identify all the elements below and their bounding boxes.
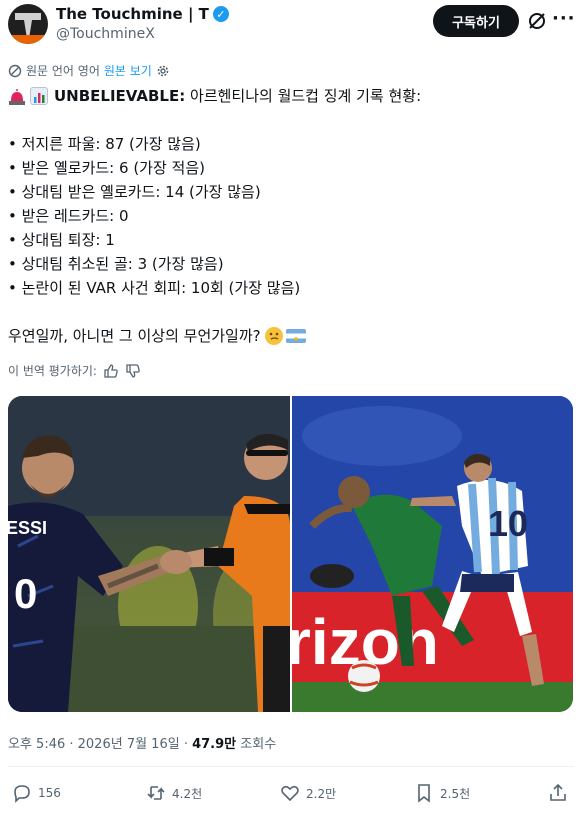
thinking-face-emoji-icon [264, 327, 283, 345]
more-options-icon[interactable]: ··· [552, 8, 576, 29]
tweet-timestamp[interactable]: 오후 5:46 · 2026년 7월 16일 · [8, 737, 192, 752]
view-count-label: 조회수 [236, 737, 277, 752]
bullet-item: • 상대팀 취소된 골: 3 (가장 많음) [8, 255, 224, 273]
jersey-text: ESSI [8, 518, 47, 538]
repost-icon [147, 786, 165, 800]
show-original-link[interactable]: 원본 보기 [104, 62, 152, 79]
share-button[interactable] [548, 783, 568, 803]
bookmark-icon [418, 784, 430, 803]
rate-translation-label: 이 번역 평가하기: [8, 364, 97, 378]
bullet-item: • 받은 옐로카드: 6 (가장 적음) [8, 159, 205, 177]
author-handle[interactable]: @TouchmineX [56, 26, 155, 42]
rate-translation-row: 이 번역 평가하기: [8, 362, 141, 379]
reply-icon [14, 785, 30, 803]
translation-row: 원문 언어 영어 원본 보기 [8, 62, 170, 79]
reply-count: 156 [38, 786, 61, 800]
settings-gear-icon[interactable] [156, 64, 170, 78]
tweet-meta: 오후 5:46 · 2026년 7월 16일 · 47.9만 조회수 [8, 733, 276, 752]
translate-icon [8, 64, 22, 77]
svg-text:0: 0 [14, 570, 37, 617]
headline-bold: UNBELIEVABLE: [54, 87, 186, 105]
bookmark-count: 2.5천 [440, 786, 471, 801]
bookmark-button[interactable]: 2.5천 [414, 783, 470, 803]
reply-button[interactable]: 156 [12, 783, 61, 803]
verified-badge-icon: ✓ [212, 6, 229, 22]
like-button[interactable]: 2.2만 [280, 783, 336, 803]
thumbs-down-icon[interactable] [125, 363, 141, 379]
bullet-item: • 상대팀 받은 옐로카드: 14 (가장 많음) [8, 183, 261, 201]
headline-rest: 아르헨티나의 월드컵 징계 기록 현황: [185, 87, 422, 105]
divider [8, 766, 574, 767]
avatar[interactable] [8, 4, 48, 44]
repost-button[interactable]: 4.2천 [146, 783, 202, 803]
bullet-item: • 논란이 된 VAR 사건 회피: 10회 (가장 많음) [8, 279, 301, 297]
tweet-closing-line: 우연일까, 아니면 그 이상의 무언가일까? [8, 324, 574, 348]
grok-icon[interactable] [527, 11, 547, 31]
tweet-text: UNBELIEVABLE: 아르헨티나의 월드컵 징계 기록 현황: • 저지른… [8, 84, 574, 348]
share-icon [550, 783, 566, 801]
heart-icon [281, 785, 299, 802]
bullet-item: • 받은 레드카드: 0 [8, 207, 129, 225]
view-count: 47.9만 [192, 737, 237, 752]
tweet-image-match-foul[interactable]: rizon 10 [292, 396, 573, 712]
svg-text:10: 10 [488, 503, 528, 544]
thumbs-up-icon[interactable] [103, 363, 119, 379]
bullet-item: • 상대팀 퇴장: 1 [8, 231, 115, 249]
author-display-name: The Touchmine | T [56, 5, 209, 23]
closing-text: 우연일까, 아니면 그 이상의 무언가일까? [8, 327, 261, 345]
argentina-flag-emoji-icon [285, 329, 306, 343]
siren-emoji-icon [8, 88, 26, 105]
repost-count: 4.2천 [172, 786, 203, 801]
touchmine-logo-icon [15, 11, 41, 37]
bar-chart-emoji-icon [30, 87, 48, 105]
subscribe-button[interactable]: 구독하기 [433, 5, 519, 37]
tweet-image-handshake[interactable]: ESSI 0 [8, 396, 290, 712]
like-count: 2.2만 [306, 786, 337, 801]
bullet-item: • 저지른 파울: 87 (가장 많음) [8, 135, 201, 153]
translation-label: 원문 언어 영어 [26, 64, 100, 78]
tweet-headline: UNBELIEVABLE: 아르헨티나의 월드컵 징계 기록 현황: [8, 84, 574, 108]
author-name[interactable]: The Touchmine | T ✓ [56, 5, 229, 23]
